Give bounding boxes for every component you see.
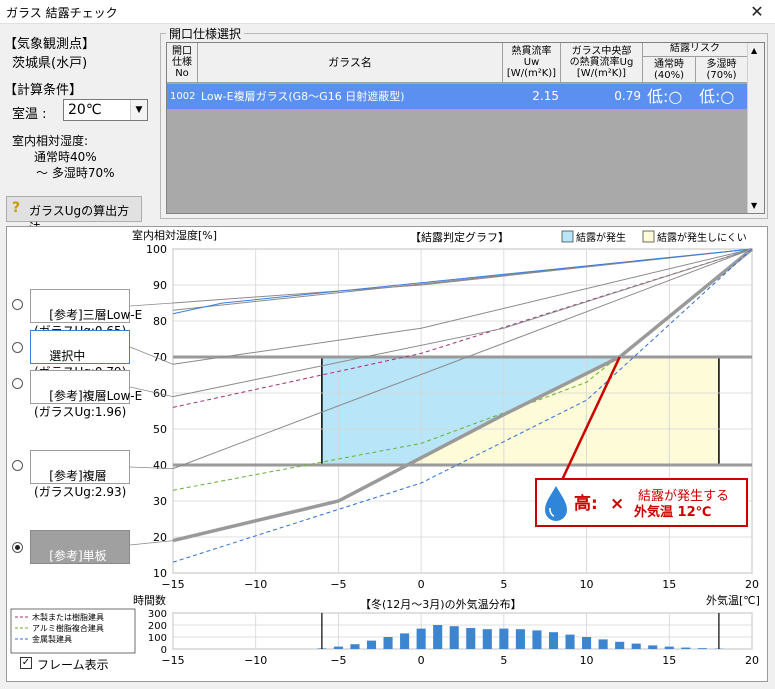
option-single-line1: [参考]単板 bbox=[49, 549, 107, 563]
option-single-line2: (ガラスUg:6.31) bbox=[34, 565, 127, 579]
radio-option-double-lowe[interactable] bbox=[12, 378, 23, 389]
option-double-line2: (ガラスUg:2.93) bbox=[34, 485, 127, 499]
humidity-high: ～ 多湿時70% bbox=[36, 166, 115, 180]
row-uw: 2.15 bbox=[532, 89, 559, 103]
header-uw: 熱貫流率 Uw [W/(m²K)] bbox=[503, 43, 561, 83]
option-double-lowe-line2: (ガラスUg:1.96) bbox=[34, 405, 127, 419]
table-row[interactable]: 1002 Low-E複層ガラス(G8～G16 日射遮蔽型) 2.15 0.79 … bbox=[167, 84, 748, 109]
option-single[interactable]: [参考]単板 (ガラスUg:6.31) bbox=[30, 530, 130, 579]
radio-option-double[interactable] bbox=[12, 460, 23, 471]
option-selected-line1: 選択中 bbox=[49, 349, 86, 363]
option-triple-lowe-line1: [参考]三層Low-E bbox=[49, 308, 143, 322]
frame-display-label: フレーム表示 bbox=[37, 658, 109, 672]
spec-table[interactable]: 開口 仕様 No ガラス名 熱貫流率 Uw [W/(m²K)] ガラス中央部 の… bbox=[166, 42, 765, 214]
radio-option-selected[interactable] bbox=[12, 342, 23, 353]
row-risk-high: 低:○ bbox=[699, 87, 735, 106]
room-temp-select[interactable]: 20℃ ▼ bbox=[63, 99, 148, 121]
row-risk-normal: 低:○ bbox=[647, 87, 683, 106]
header-glass: ガラス名 bbox=[198, 43, 503, 83]
spec-group-title: 開口仕様選択 bbox=[166, 25, 245, 42]
option-triple-lowe[interactable]: [参考]三層Low-E(ガラスUg:0.65) bbox=[30, 289, 142, 338]
close-icon[interactable]: ✕ bbox=[747, 2, 767, 22]
header-risk-high: 多湿時 (70%) bbox=[696, 57, 748, 83]
station-name: 茨城県(水戸) bbox=[12, 56, 88, 71]
chevron-down-icon[interactable]: ▼ bbox=[130, 100, 147, 120]
room-temp-label: 室温 : bbox=[12, 107, 47, 122]
header-risk: 結露リスク bbox=[643, 43, 748, 57]
option-selected[interactable]: 選択中(ガラスUg:0.79) bbox=[30, 330, 130, 379]
row-glass-name: Low-E複層ガラス(G8～G16 日射遮蔽型) bbox=[201, 90, 405, 103]
scroll-up-icon[interactable]: ▲ bbox=[751, 46, 757, 55]
table-scrollbar[interactable]: ▲ ▼ bbox=[747, 43, 764, 213]
row-no: 1002 bbox=[170, 91, 196, 102]
header-ug: ガラス中央部 の熱貫流率Ug [W/(m²K)] bbox=[561, 43, 643, 83]
option-double-lowe-line1: [参考]複層Low-E bbox=[49, 389, 143, 403]
row-ug: 0.79 bbox=[614, 89, 641, 103]
frame-display-checkbox[interactable]: ✓ bbox=[20, 657, 32, 669]
title-bar: ガラス 結露チェック ✕ bbox=[0, 0, 775, 24]
app-window: ガラス 結露チェック ✕ 【気象観測点】 茨城県(水戸) 【計算条件】 室温 :… bbox=[0, 0, 775, 689]
help-icon: ? bbox=[12, 200, 21, 216]
window-title: ガラス 結露チェック bbox=[6, 6, 118, 20]
option-double[interactable]: [参考]複層 (ガラスUg:2.93) bbox=[30, 450, 130, 499]
calc-conditions-heading: 【計算条件】 bbox=[4, 83, 83, 98]
scroll-down-icon[interactable]: ▼ bbox=[751, 201, 757, 210]
ug-calc-method-button[interactable]: ? ガラスUgの算出方法 bbox=[6, 196, 142, 235]
radio-option-single[interactable] bbox=[12, 542, 23, 553]
room-temp-value: 20℃ bbox=[68, 102, 102, 118]
radio-option-triple-lowe[interactable] bbox=[12, 299, 23, 310]
humidity-label: 室内相対湿度: bbox=[12, 134, 89, 148]
header-risk-normal: 通常時 (40%) bbox=[643, 57, 696, 83]
station-heading: 【気象観測点】 bbox=[4, 37, 96, 52]
option-double-lowe[interactable]: [参考]複層Low-E (ガラスUg:1.96) bbox=[30, 370, 142, 419]
humidity-normal: 通常時40% bbox=[34, 150, 97, 164]
option-double-line1: [参考]複層 bbox=[49, 469, 107, 483]
header-no: 開口 仕様 No bbox=[167, 43, 198, 83]
